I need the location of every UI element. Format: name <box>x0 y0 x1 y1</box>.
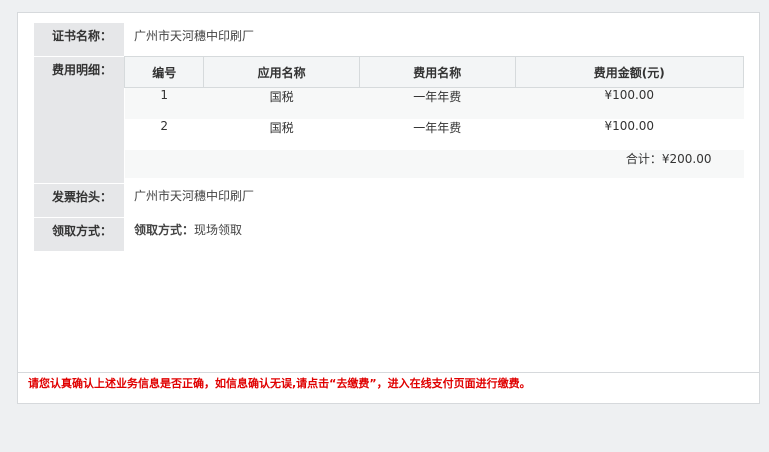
cert-name-row: 证书名称： 广州市天河穗中印刷厂 <box>34 23 744 57</box>
fee-amount-cell: ¥100.00 <box>515 87 744 119</box>
fee-name-cell: 一年年费 <box>359 119 516 150</box>
invoice-title-value: 广州市天河穗中印刷厂 <box>134 189 255 203</box>
table-row: 1 国税 一年年费 ¥100.00 <box>124 87 744 119</box>
pickup-method-inline-label: 领取方式： <box>134 223 195 237</box>
col-header-number: 编号 <box>123 56 205 88</box>
pickup-method-row: 领取方式： 领取方式：现场领取 <box>34 217 744 252</box>
fee-detail-label: 费用明细： <box>34 56 124 184</box>
table-row: 2 国税 一年年费 ¥100.00 <box>124 119 744 150</box>
fee-app-cell: 国税 <box>203 119 360 150</box>
col-header-fee-name: 费用名称 <box>358 56 516 88</box>
fee-number-cell: 1 <box>124 87 204 119</box>
pickup-method-label: 领取方式： <box>34 217 124 252</box>
invoice-title-label: 发票抬头： <box>34 183 124 218</box>
cert-name-value: 广州市天河穗中印刷厂 <box>134 29 255 43</box>
confirm-notice: 请您认真确认上述业务信息是否正确，如信息确认无误,请点击“去缴费”，进入在线支付… <box>28 377 531 390</box>
business-info-panel: 证书名称： 广州市天河穗中印刷厂 费用明细： 编号 应用名称 费用名称 费用金额… <box>17 12 760 404</box>
fee-number-cell: 2 <box>124 119 204 150</box>
fee-header-row: 编号 应用名称 费用名称 费用金额(元) <box>123 56 745 88</box>
fee-detail-table: 编号 应用名称 费用名称 费用金额(元) 1 国税 一年年费 ¥100.00 2… <box>123 56 745 178</box>
invoice-title-row: 发票抬头： 广州市天河穗中印刷厂 <box>34 183 744 218</box>
cert-name-label: 证书名称： <box>34 23 124 57</box>
pickup-method-value: 现场领取 <box>194 223 243 237</box>
fee-total: 合计：¥200.00 <box>124 150 744 178</box>
col-header-fee-amount: 费用金额(元) <box>514 56 745 88</box>
business-info-table: 证书名称： 广州市天河穗中印刷厂 费用明细： 编号 应用名称 费用名称 费用金额… <box>34 23 745 252</box>
fee-name-cell: 一年年费 <box>359 87 516 119</box>
fee-total-row: 合计：¥200.00 <box>124 150 744 178</box>
col-header-app-name: 应用名称 <box>203 56 360 88</box>
divider <box>18 372 759 373</box>
fee-amount-cell: ¥100.00 <box>515 119 744 150</box>
fee-detail-row: 费用明细： 编号 应用名称 费用名称 费用金额(元) 1 国税 一年年费 ¥10… <box>34 56 745 184</box>
fee-app-cell: 国税 <box>203 87 360 119</box>
